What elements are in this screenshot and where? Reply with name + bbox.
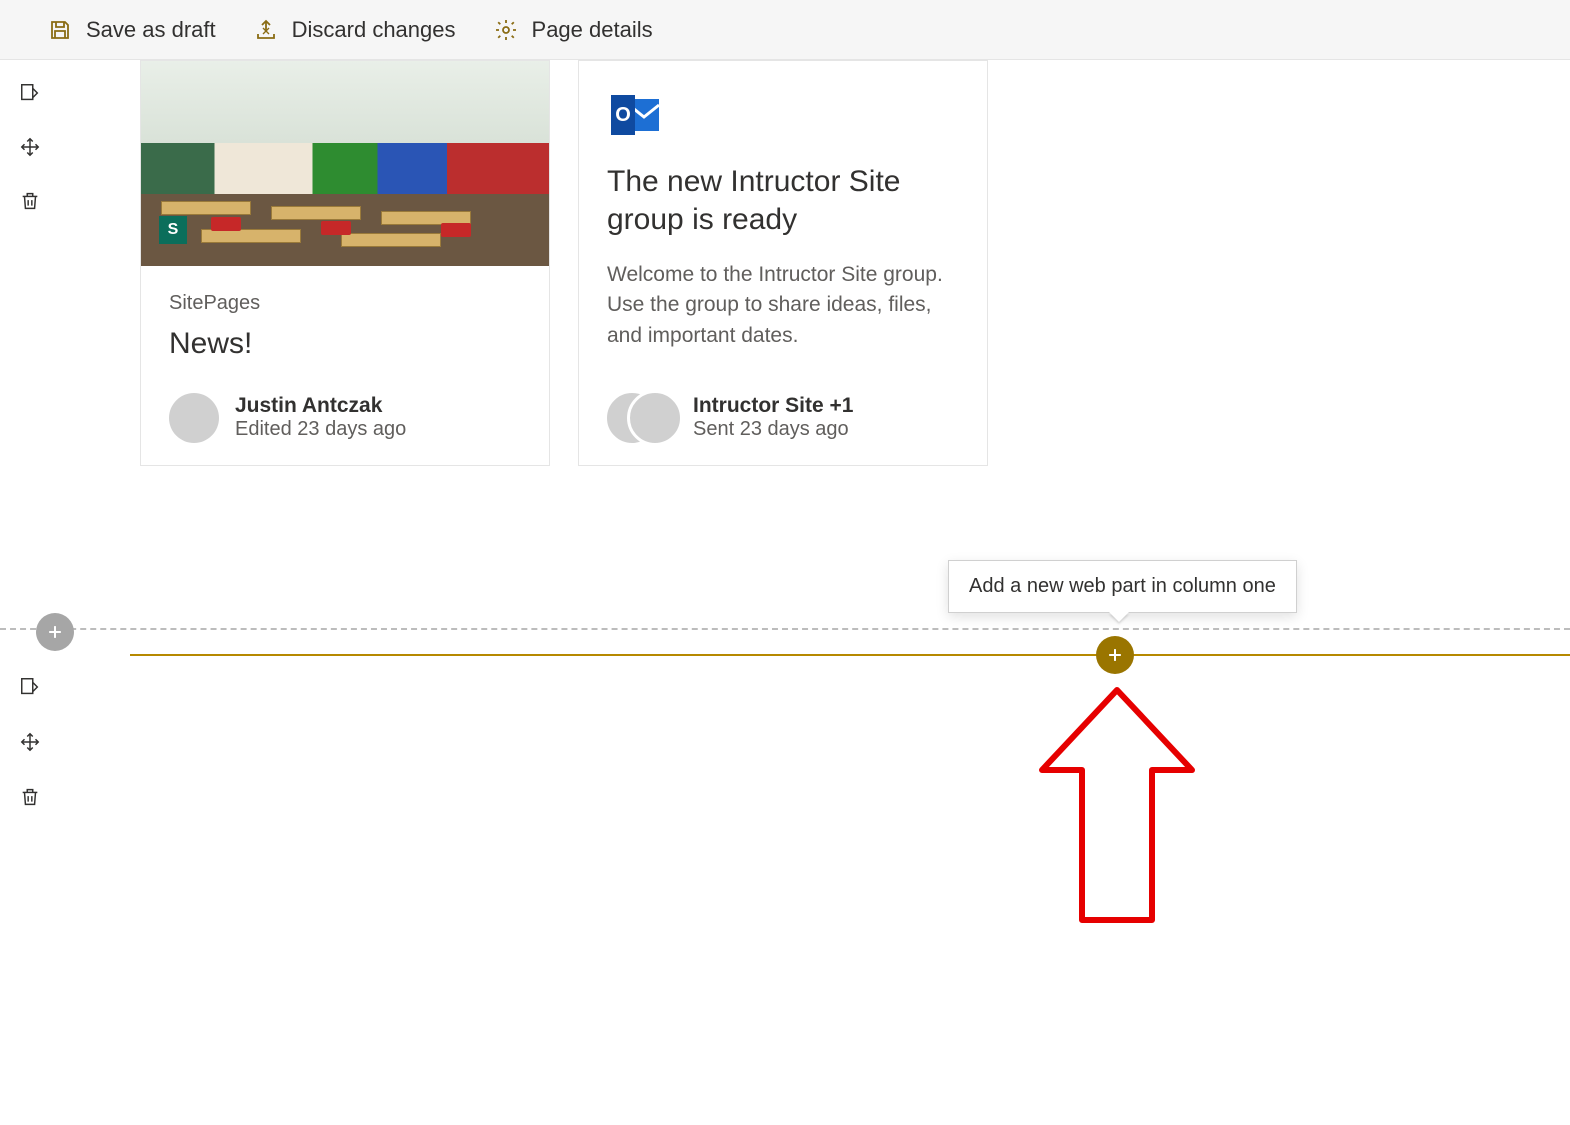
annotation-arrow-icon — [1022, 680, 1222, 940]
edit-section-icon[interactable] — [17, 80, 43, 106]
card-2-timestamp: Sent 23 days ago — [693, 418, 853, 441]
news-cards: S SitePages News! Justin Antczak Edited … — [140, 60, 1490, 466]
discard-changes-button[interactable]: Discard changes — [246, 12, 462, 48]
section-1: S SitePages News! Justin Antczak Edited … — [60, 60, 1570, 466]
card-2-title: The new Intructor Site group is ready — [607, 163, 959, 238]
news-card-2[interactable]: O The new Intructor Site group is ready … — [578, 60, 988, 466]
section-1-row: S SitePages News! Justin Antczak Edited … — [0, 60, 1570, 466]
move-section-icon[interactable] — [17, 134, 43, 160]
gear-icon — [492, 16, 520, 44]
save-as-draft-label: Save as draft — [86, 17, 216, 43]
move-section-2-icon[interactable] — [19, 731, 41, 758]
page-details-label: Page details — [532, 17, 653, 43]
section-2-boundary — [130, 654, 1570, 656]
svg-text:O: O — [615, 104, 631, 126]
save-as-draft-button[interactable]: Save as draft — [40, 12, 222, 48]
add-webpart-tooltip: Add a new web part in column one — [948, 560, 1297, 613]
news-card-1[interactable]: S SitePages News! Justin Antczak Edited … — [140, 60, 550, 466]
discard-icon — [252, 16, 280, 44]
outlook-icon: O — [607, 87, 663, 143]
card-1-site-label: SitePages — [169, 292, 521, 315]
card-2-author: Intructor Site +1 — [693, 394, 853, 418]
page-details-button[interactable]: Page details — [486, 12, 659, 48]
avatar-group-icon — [607, 393, 677, 443]
card-1-author: Justin Antczak — [235, 394, 406, 418]
section-2-rail — [0, 658, 60, 813]
add-webpart-button[interactable] — [1096, 636, 1134, 674]
command-toolbar: Save as draft Discard changes Page detai… — [0, 0, 1570, 60]
section-1-rail — [0, 60, 60, 466]
delete-section-icon[interactable] — [17, 188, 43, 214]
sharepoint-badge-icon: S — [159, 216, 187, 244]
card-1-timestamp: Edited 23 days ago — [235, 418, 406, 441]
edit-section-2-icon[interactable] — [19, 676, 41, 703]
avatar-icon — [169, 393, 219, 443]
card-2-description: Welcome to the Intructor Site group. Use… — [607, 260, 959, 351]
add-webpart-tooltip-text: Add a new web part in column one — [969, 575, 1276, 597]
discard-changes-label: Discard changes — [292, 17, 456, 43]
delete-section-2-icon[interactable] — [19, 786, 41, 813]
card-1-title: News! — [169, 325, 521, 363]
add-section-divider — [0, 628, 1570, 630]
card-1-image: S — [141, 61, 549, 266]
save-icon — [46, 16, 74, 44]
add-section-button[interactable] — [36, 613, 74, 651]
